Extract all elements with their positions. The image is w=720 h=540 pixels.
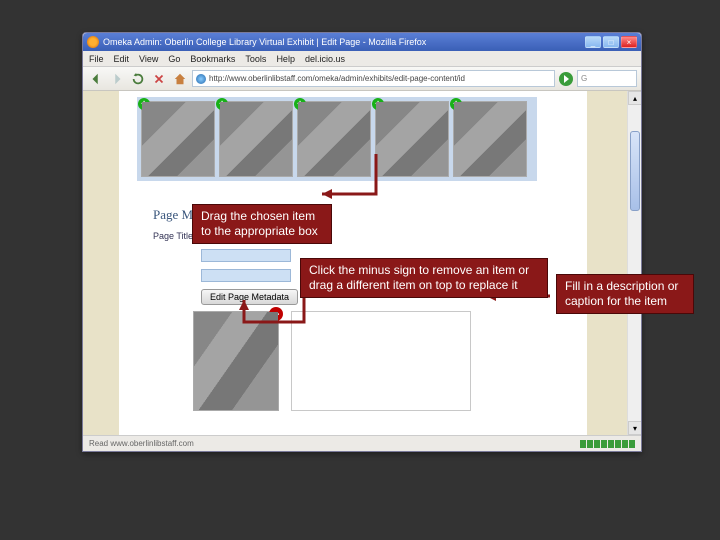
- address-bar[interactable]: http://www.oberlinlibstaff.com/omeka/adm…: [192, 70, 555, 87]
- thumbnail-image: [454, 102, 526, 176]
- search-box[interactable]: G: [577, 70, 637, 87]
- page-gutter-right: [587, 91, 627, 435]
- titlebar[interactable]: Omeka Admin: Oberlin College Library Vir…: [83, 33, 641, 51]
- menu-go[interactable]: Go: [168, 54, 180, 64]
- scroll-down-button[interactable]: ▾: [628, 421, 641, 435]
- url-text: http://www.oberlinlibstaff.com/omeka/adm…: [209, 74, 465, 83]
- search-engine-icon: G: [581, 74, 587, 83]
- placed-item-image: [194, 312, 278, 410]
- window-title: Omeka Admin: Oberlin College Library Vir…: [103, 37, 585, 47]
- status-text: Read www.oberlinlibstaff.com: [89, 439, 194, 448]
- placed-item[interactable]: −: [193, 311, 279, 411]
- thumbnail-item[interactable]: +: [297, 101, 371, 177]
- thumbnail-image: [298, 102, 370, 176]
- close-button[interactable]: ×: [621, 36, 637, 48]
- scroll-up-button[interactable]: ▴: [628, 91, 641, 105]
- thumbnail-item[interactable]: +: [141, 101, 215, 177]
- meta-row-2: [153, 249, 291, 262]
- thumbnail-image: [220, 102, 292, 176]
- thumbnail-image: [376, 102, 448, 176]
- vertical-scrollbar[interactable]: ▴ ▾: [627, 91, 641, 435]
- menubar: File Edit View Go Bookmarks Tools Help d…: [83, 51, 641, 67]
- menu-bookmarks[interactable]: Bookmarks: [190, 54, 235, 64]
- menu-delicious[interactable]: del.icio.us: [305, 54, 345, 64]
- menu-help[interactable]: Help: [276, 54, 295, 64]
- meta-input-3[interactable]: [201, 269, 291, 282]
- menu-view[interactable]: View: [139, 54, 158, 64]
- maximize-button[interactable]: □: [603, 36, 619, 48]
- reload-button[interactable]: [129, 70, 147, 88]
- item-thumbnail-strip: + + + + +: [137, 97, 537, 181]
- meta-input-2[interactable]: [201, 249, 291, 262]
- menu-tools[interactable]: Tools: [245, 54, 266, 64]
- thumbnail-item[interactable]: +: [375, 101, 449, 177]
- thumbnail-item[interactable]: +: [219, 101, 293, 177]
- home-button[interactable]: [171, 70, 189, 88]
- forward-button[interactable]: [108, 70, 126, 88]
- scrollbar-thumb[interactable]: [630, 131, 640, 211]
- site-icon: [196, 74, 206, 84]
- stop-button[interactable]: [150, 70, 168, 88]
- menu-file[interactable]: File: [89, 54, 104, 64]
- firefox-icon: [87, 36, 99, 48]
- callout-minus: Click the minus sign to remove an item o…: [300, 258, 548, 298]
- thumbnail-item[interactable]: +: [453, 101, 527, 177]
- go-button[interactable]: [558, 71, 574, 87]
- firefox-window: Omeka Admin: Oberlin College Library Vir…: [82, 32, 642, 452]
- toolbar: http://www.oberlinlibstaff.com/omeka/adm…: [83, 67, 641, 91]
- callout-description: Fill in a description or caption for the…: [556, 274, 694, 314]
- menu-edit[interactable]: Edit: [114, 54, 130, 64]
- meta-row-3: [153, 269, 291, 282]
- item-description-textarea[interactable]: [291, 311, 471, 411]
- back-button[interactable]: [87, 70, 105, 88]
- minimize-button[interactable]: _: [585, 36, 601, 48]
- edit-page-metadata-button[interactable]: Edit Page Metadata: [201, 289, 298, 305]
- progress-indicator: [580, 440, 635, 448]
- thumbnail-image: [142, 102, 214, 176]
- page-gutter-left: [83, 91, 119, 435]
- callout-drag: Drag the chosen item to the appropriate …: [192, 204, 332, 244]
- statusbar: Read www.oberlinlibstaff.com: [83, 435, 641, 451]
